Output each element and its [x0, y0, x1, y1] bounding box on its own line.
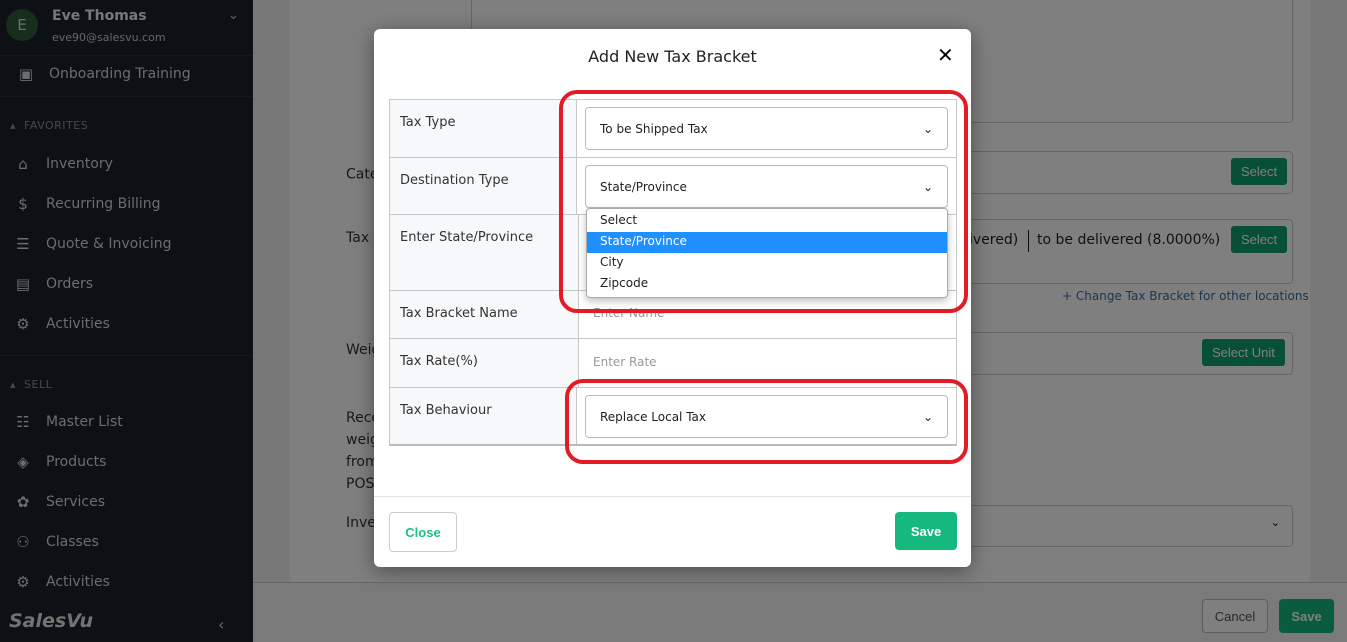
name-row: Tax Bracket Name Enter Name — [390, 291, 956, 339]
chevron-down-icon: ⌄ — [922, 179, 933, 194]
name-label: Tax Bracket Name — [390, 291, 579, 338]
behaviour-row: Tax Behaviour Replace Local Tax ⌄ — [390, 388, 956, 444]
add-tax-bracket-modal: Add New Tax Bracket ✕ Tax Type To be Shi… — [374, 29, 971, 567]
option-city[interactable]: City — [587, 253, 947, 274]
chevron-down-icon: ⌄ — [922, 121, 933, 136]
tax-rate-input[interactable]: Enter Rate — [579, 339, 956, 387]
tax-behaviour-select[interactable]: Replace Local Tax ⌄ — [585, 395, 948, 438]
option-state-province[interactable]: State/Province — [587, 232, 947, 253]
close-button[interactable]: Close — [389, 512, 457, 552]
destination-type-value: State/Province — [600, 179, 687, 194]
save-button[interactable]: Save — [895, 512, 957, 550]
modal-title: Add New Tax Bracket — [588, 47, 757, 66]
tax-type-label: Tax Type — [390, 100, 577, 157]
destination-type-dropdown: Select State/Province City Zipcode — [586, 208, 948, 298]
rate-label: Tax Rate(%) — [390, 339, 579, 387]
option-select[interactable]: Select — [587, 211, 947, 232]
chevron-down-icon: ⌄ — [922, 409, 933, 424]
tax-type-row: Tax Type To be Shipped Tax ⌄ — [390, 100, 956, 158]
state-label: Enter State/Province — [390, 215, 579, 290]
modal-footer-divider — [374, 496, 971, 497]
tax-type-value: To be Shipped Tax — [600, 121, 708, 136]
close-icon[interactable]: ✕ — [937, 43, 954, 67]
destination-type-select[interactable]: State/Province ⌄ — [585, 165, 948, 208]
behaviour-label: Tax Behaviour — [390, 388, 577, 444]
option-zipcode[interactable]: Zipcode — [587, 274, 947, 295]
tax-bracket-name-input[interactable]: Enter Name — [579, 291, 956, 338]
rate-row: Tax Rate(%) Enter Rate — [390, 339, 956, 388]
tax-type-select[interactable]: To be Shipped Tax ⌄ — [585, 107, 948, 150]
destination-type-row: Destination Type State/Province ⌄ — [390, 158, 956, 215]
tax-behaviour-value: Replace Local Tax — [600, 409, 706, 424]
destination-type-label: Destination Type — [390, 158, 577, 214]
